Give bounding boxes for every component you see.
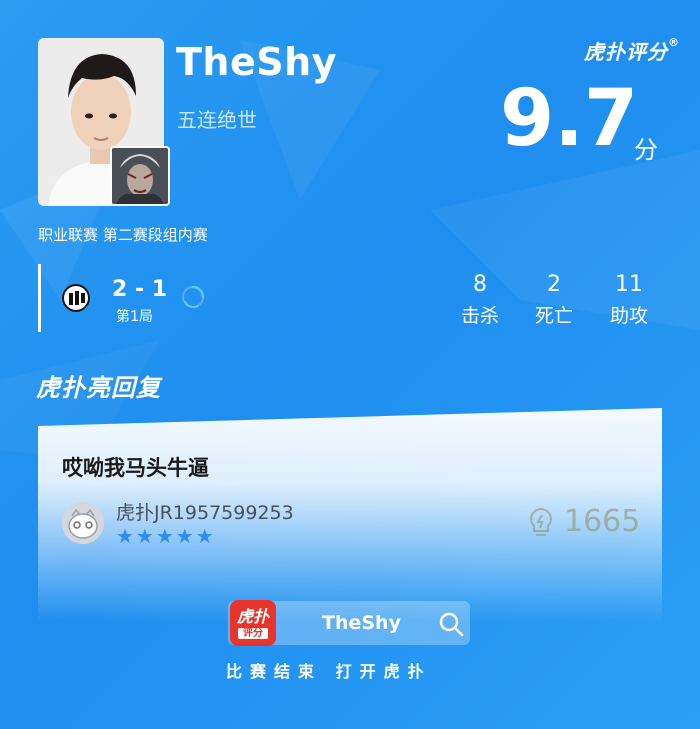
lightbulb-icon[interactable] bbox=[528, 507, 554, 539]
reply-username[interactable]: 虎扑JR1957599253 bbox=[116, 498, 294, 525]
app-icon[interactable]: 虎扑 评分 bbox=[230, 600, 276, 646]
stat-label: 击杀 bbox=[460, 305, 499, 327]
stat-value: 2 bbox=[547, 272, 561, 297]
app-icon-line1: 虎扑 bbox=[236, 607, 269, 626]
open-app-cta[interactable]: 比赛结束 打开虎扑 bbox=[226, 658, 432, 682]
avatar[interactable] bbox=[62, 502, 104, 544]
brand-logo: 虎扑评分® bbox=[584, 36, 680, 65]
stat-value: 8 bbox=[473, 272, 487, 297]
rating-unit: 分 bbox=[634, 136, 658, 164]
rating-card: TheShy 五连绝世 虎扑评分® 9.7 分 职业联赛 第二赛段组内赛 2 -… bbox=[0, 0, 700, 729]
reply-text: 哎呦我马头牛逼 bbox=[62, 456, 209, 480]
stat-deaths: 2 死亡 bbox=[524, 272, 584, 328]
search-query: TheShy bbox=[322, 612, 401, 634]
section-logo: 虎扑亮回复 bbox=[36, 374, 161, 402]
rating-score: 9.7 bbox=[500, 74, 639, 164]
stat-kills: 8 击杀 bbox=[450, 272, 510, 328]
player-title: 五连绝世 bbox=[177, 108, 257, 132]
player-name: TheShy bbox=[176, 40, 337, 84]
round-label: 第1局 bbox=[116, 309, 153, 325]
brand-logo-text: 虎扑评分 bbox=[584, 40, 668, 64]
likes-count: 1665 bbox=[564, 504, 641, 539]
loading-icon bbox=[182, 285, 205, 308]
stat-value: 11 bbox=[615, 272, 643, 297]
champion-icon bbox=[110, 146, 170, 206]
user-rating-stars: ★★★★★ bbox=[116, 524, 216, 548]
divider bbox=[38, 264, 41, 332]
stat-label: 死亡 bbox=[534, 305, 573, 327]
event-name: 职业联赛 第二赛段组内赛 bbox=[38, 226, 208, 244]
registered-mark: ® bbox=[668, 36, 680, 49]
team-logo-icon bbox=[62, 284, 90, 312]
stat-assists: 11 助攻 bbox=[599, 272, 659, 328]
series-score: 2 - 1 bbox=[112, 277, 168, 302]
stat-label: 助攻 bbox=[609, 305, 648, 327]
app-icon-line2: 评分 bbox=[238, 627, 268, 639]
search-icon[interactable] bbox=[438, 611, 464, 637]
